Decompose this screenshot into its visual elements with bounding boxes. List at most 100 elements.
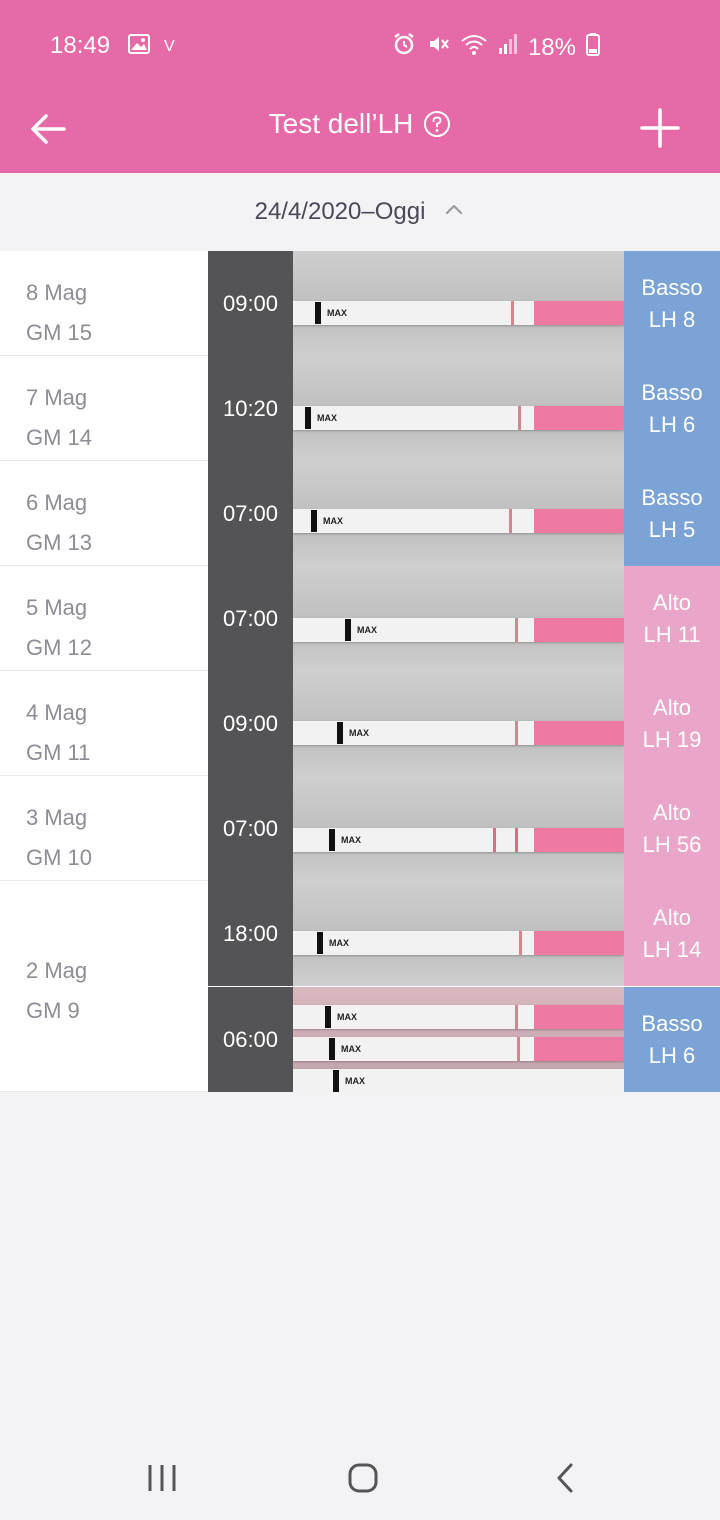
- strip-marker-text: MAX: [345, 1075, 365, 1086]
- cycle-day: GM 15: [26, 320, 93, 345]
- lh-test-list: 8 Mag GM 15 09:00 MAX Basso LH 8 7 Mag G…: [0, 251, 720, 1092]
- result-level: Alto: [653, 904, 691, 930]
- result-level: Alto: [653, 799, 691, 825]
- cycle-day: GM 13: [26, 530, 93, 555]
- test-strip-photo: MAX: [293, 881, 624, 986]
- test-result: Alto LH 14: [624, 881, 720, 986]
- test-result: Alto LH 11: [624, 566, 720, 671]
- result-level: Basso: [641, 274, 703, 300]
- result-level: Alto: [653, 694, 691, 720]
- result-lh-value: LH 6: [648, 1042, 696, 1068]
- day-row: 3 Mag GM 10 07:00 MAX Alto LH 56: [0, 776, 720, 881]
- signal-icon: [498, 33, 518, 62]
- add-test-button[interactable]: [638, 106, 682, 150]
- day-row: 7 Mag GM 14 10:20 MAX Basso LH 6: [0, 356, 720, 461]
- strip-marker-text: MAX: [341, 834, 361, 845]
- system-back-button[interactable]: [545, 1461, 585, 1497]
- test-entry[interactable]: 10:20 MAX Basso LH 6: [208, 356, 720, 461]
- strip-marker-text: MAX: [327, 307, 347, 318]
- cycle-day: GM 12: [26, 635, 93, 660]
- chevron-up-icon: [446, 204, 463, 215]
- strip-marker-text: MAX: [337, 1011, 357, 1022]
- test-strip-photo: MAX: [293, 356, 624, 461]
- recent-apps-button[interactable]: [142, 1461, 182, 1497]
- strip-marker-text: MAX: [317, 412, 337, 423]
- result-level: Basso: [641, 484, 703, 510]
- day-date: 8 Mag: [26, 280, 88, 305]
- test-strip-photo: MAX: [293, 671, 624, 776]
- carrier-mark: V: [164, 37, 175, 55]
- day-date: 3 Mag: [26, 805, 88, 830]
- test-entry[interactable]: 07:00 MAX Alto LH 56: [208, 776, 720, 881]
- back-icon: [557, 1463, 573, 1493]
- cycle-day: GM 10: [26, 845, 93, 870]
- app-bar: Test dell’LH: [0, 90, 720, 173]
- test-time: 07:00: [208, 566, 293, 671]
- alarm-icon: [392, 32, 416, 63]
- test-result: Alto LH 56: [624, 776, 720, 881]
- test-entry[interactable]: 07:00 MAX Alto LH 11: [208, 566, 720, 671]
- strip-marker-text: MAX: [329, 937, 349, 948]
- result-level: Alto: [653, 589, 691, 615]
- test-time: 09:00: [208, 251, 293, 356]
- result-lh-value: LH 6: [648, 411, 696, 437]
- test-entry[interactable]: 09:00 MAX Basso LH 8: [208, 251, 720, 356]
- test-entry[interactable]: 06:00 MAX MAX MAX Basso LH 6: [208, 987, 720, 1092]
- day-date: 6 Mag: [26, 490, 88, 515]
- test-strip-photo: MAX: [293, 776, 624, 881]
- test-time: 07:00: [208, 461, 293, 566]
- test-result: Basso LH 6: [624, 356, 720, 461]
- test-entry[interactable]: 09:00 MAX Alto LH 19: [208, 671, 720, 776]
- battery-icon: [586, 32, 600, 63]
- test-result: Basso LH 5: [624, 461, 720, 566]
- home-icon: [348, 1463, 378, 1493]
- cycle-day: GM 14: [26, 425, 93, 450]
- strip-marker-text: MAX: [357, 624, 377, 635]
- test-time: 07:00: [208, 776, 293, 881]
- result-lh-value: LH 14: [642, 936, 702, 962]
- test-strip-photo: MAX: [293, 251, 624, 356]
- cycle-day: GM 11: [26, 740, 91, 765]
- date-range-selector[interactable]: 24/4/2020–Oggi: [0, 173, 720, 251]
- test-time: 06:00: [208, 987, 293, 1092]
- day-date: 5 Mag: [26, 595, 88, 620]
- result-lh-value: LH 5: [648, 516, 696, 542]
- status-bar: 18:49 V 18%: [0, 0, 720, 90]
- test-entry[interactable]: 07:00 MAX Basso LH 5: [208, 461, 720, 566]
- recent-apps-icon: [148, 1465, 176, 1491]
- test-time: 10:20: [208, 356, 293, 461]
- cycle-day: GM 9: [26, 998, 80, 1023]
- test-strip-photo: MAX: [293, 461, 624, 566]
- result-lh-value: LH 19: [642, 726, 702, 752]
- test-result: Alto LH 19: [624, 671, 720, 776]
- battery-percent: 18%: [527, 33, 576, 61]
- test-result: Basso LH 6: [624, 987, 720, 1092]
- day-row: 6 Mag GM 13 07:00 MAX Basso LH 5: [0, 461, 720, 566]
- status-time: 18:49: [50, 32, 111, 59]
- result-lh-value: LH 56: [642, 831, 702, 857]
- day-date: 7 Mag: [26, 385, 88, 410]
- test-strip-photo: MAX: [293, 566, 624, 671]
- home-button[interactable]: [343, 1461, 383, 1497]
- result-level: Basso: [641, 379, 703, 405]
- mute-icon: [426, 32, 450, 63]
- test-time: 09:00: [208, 671, 293, 776]
- day-row: 8 Mag GM 15 09:00 MAX Basso LH 8: [0, 251, 720, 356]
- test-result: Basso LH 8: [624, 251, 720, 356]
- wifi-icon: [460, 32, 488, 63]
- result-level: Basso: [641, 1010, 703, 1036]
- strip-marker-text: MAX: [349, 727, 369, 738]
- result-lh-value: LH 8: [648, 306, 696, 332]
- day-date: 2 Mag: [26, 958, 88, 983]
- help-circle-icon[interactable]: [423, 110, 451, 138]
- date-range-label: 24/4/2020–Oggi: [254, 198, 426, 225]
- test-strip-photo: MAX MAX MAX: [293, 987, 624, 1092]
- strip-marker-text: MAX: [341, 1043, 361, 1054]
- day-row: 5 Mag GM 12 07:00 MAX Alto LH 11: [0, 566, 720, 671]
- result-lh-value: LH 11: [643, 621, 701, 647]
- day-row: 4 Mag GM 11 09:00 MAX Alto LH 19: [0, 671, 720, 776]
- image-icon: [128, 34, 150, 59]
- system-nav-bar: [0, 1437, 720, 1520]
- test-time: 18:00: [208, 881, 293, 986]
- test-entry[interactable]: 18:00 MAX Alto LH 14: [208, 881, 720, 986]
